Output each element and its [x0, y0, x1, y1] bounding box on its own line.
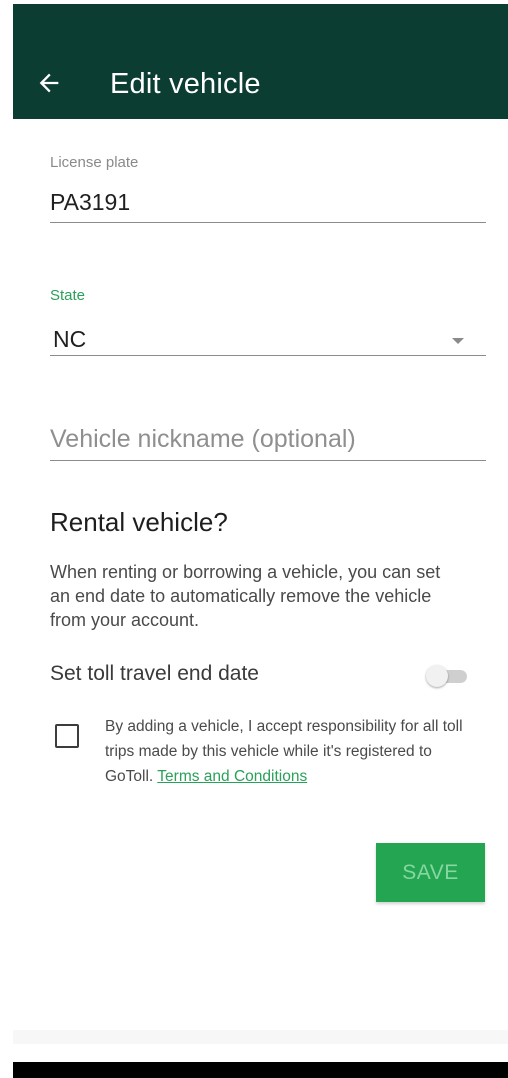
license-plate-underline — [50, 222, 486, 223]
toll-end-date-label: Set toll travel end date — [50, 662, 259, 685]
dropdown-arrow-icon[interactable] — [452, 338, 464, 344]
rental-vehicle-heading: Rental vehicle? — [50, 507, 228, 537]
bottom-divider — [13, 1030, 508, 1044]
page-title: Edit vehicle — [110, 68, 261, 100]
nickname-underline — [50, 460, 486, 461]
toggle-thumb — [426, 665, 448, 687]
system-nav-bar — [13, 1062, 508, 1078]
vehicle-nickname-input[interactable]: Vehicle nickname (optional) — [50, 425, 356, 454]
license-plate-input[interactable]: PA3191 — [50, 189, 130, 216]
state-label: State — [50, 287, 86, 304]
terms-and-conditions-link[interactable]: Terms and Conditions — [157, 768, 307, 785]
toll-end-date-toggle[interactable] — [426, 665, 470, 687]
app-bar: Edit vehicle — [13, 4, 508, 119]
license-plate-label: License plate — [50, 154, 139, 171]
consent-checkbox[interactable] — [55, 724, 79, 748]
rental-vehicle-description: When renting or borrowing a vehicle, you… — [50, 562, 441, 630]
save-button[interactable]: SAVE — [376, 843, 485, 902]
state-underline — [50, 355, 486, 356]
edit-vehicle-screen: Edit vehicle License plate PA3191 State … — [0, 0, 508, 1078]
arrow-left-icon[interactable] — [35, 69, 63, 97]
state-select[interactable]: NC — [53, 326, 86, 353]
consent-text: By adding a vehicle, I accept responsibi… — [105, 714, 465, 789]
screen-edge — [0, 0, 13, 1078]
